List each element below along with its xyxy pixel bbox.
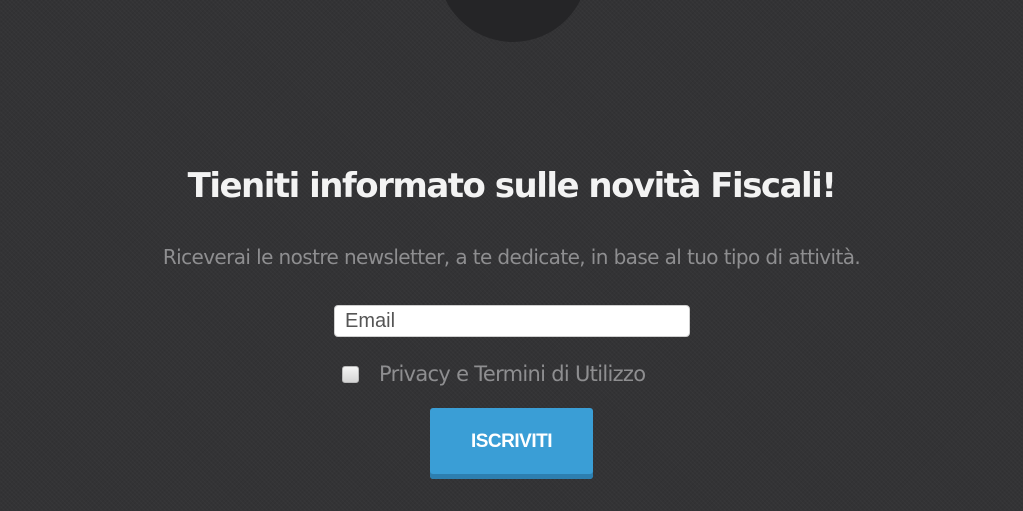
email-field[interactable] (334, 305, 690, 337)
newsletter-subtitle: Riceverai le nostre newsletter, a te ded… (162, 245, 861, 269)
privacy-row[interactable]: Privacy e Termini di Utilizzo (342, 359, 646, 389)
subscribe-button[interactable]: ISCRIVITI (430, 408, 593, 479)
privacy-label[interactable]: Privacy e Termini di Utilizzo (379, 362, 646, 386)
privacy-checkbox[interactable] (342, 365, 359, 383)
newsletter-title: Tieniti informato sulle novità Fiscali! (187, 166, 837, 206)
newsletter-section: Tieniti informato sulle novità Fiscali! … (0, 0, 1023, 511)
